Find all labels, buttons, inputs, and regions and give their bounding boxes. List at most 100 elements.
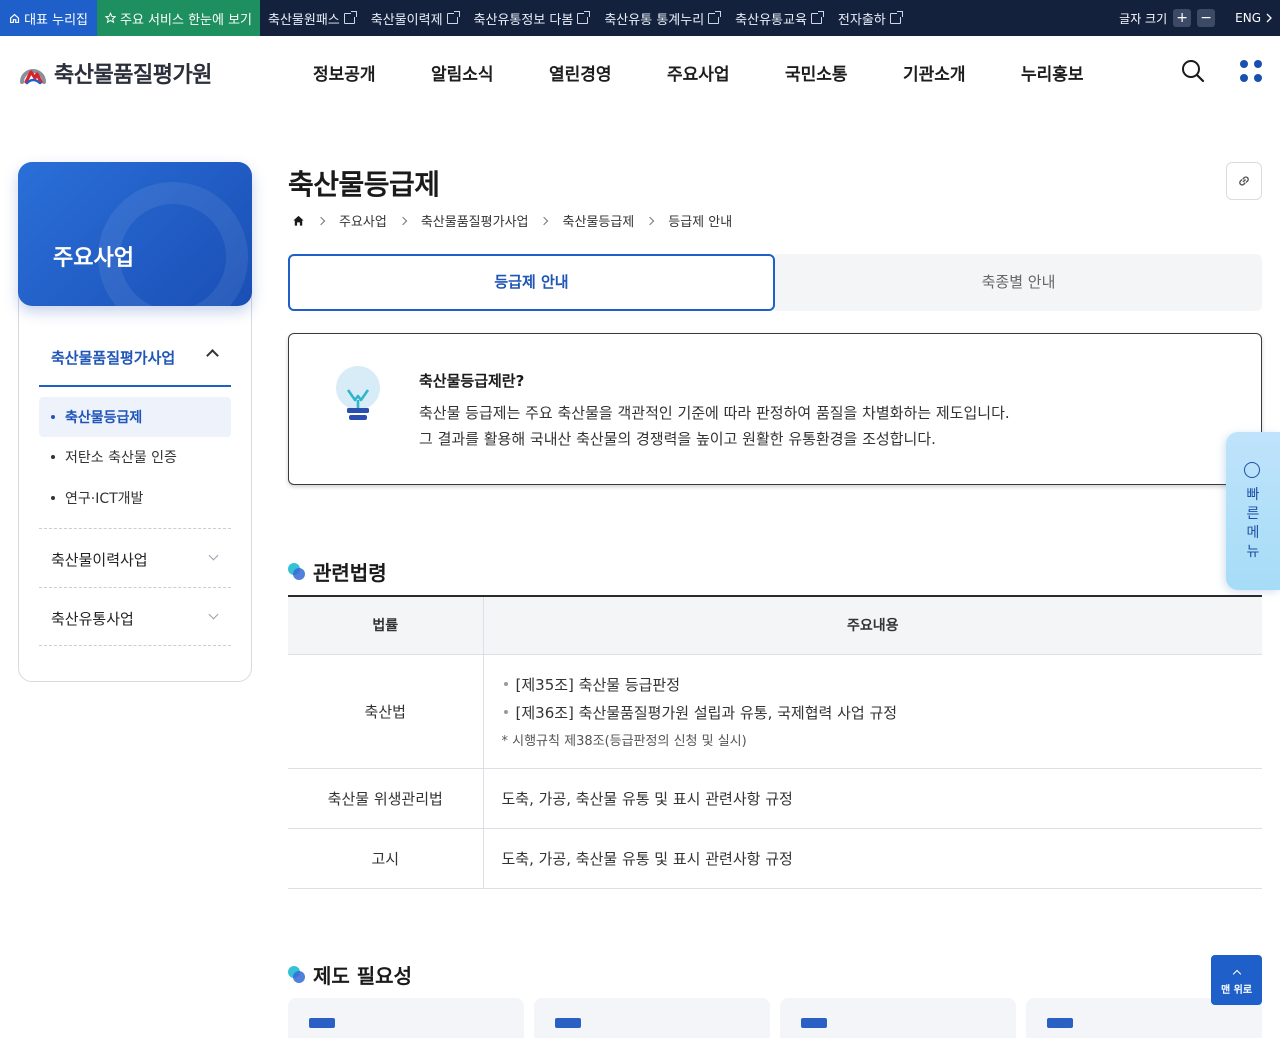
home-icon[interactable] [292, 214, 305, 227]
nav-main-business[interactable]: 주요사업 [667, 60, 785, 85]
breadcrumb-item[interactable]: 축산물품질평가사업 [421, 211, 529, 230]
breadcrumb-current[interactable]: 등급제 안내 [668, 211, 732, 230]
link-education[interactable]: 축산유통교육 [735, 9, 824, 28]
all-services-button[interactable]: 주요 서비스 한눈에 보기 [97, 0, 260, 36]
nav-open-management[interactable]: 열린경영 [549, 60, 667, 85]
chevron-right-icon [540, 216, 549, 225]
section-heading-laws: 관련법령 [288, 557, 387, 586]
external-link-icon [446, 10, 460, 24]
chevron-up-icon [206, 349, 219, 362]
law-content: 도축, 가공, 축산물 유통 및 표시 관련사항 규정 [483, 828, 1262, 889]
sitemap-menu-icon[interactable] [1240, 60, 1262, 82]
law-name: 고시 [288, 828, 484, 889]
law-content: 도축, 가공, 축산물 유통 및 표시 관련사항 규정 [483, 768, 1262, 829]
star-icon [105, 12, 116, 24]
bullet [51, 415, 55, 419]
card-icon [1047, 1018, 1073, 1028]
law-note: * 시행규칙 제38조(등급판정의 신청 및 실시) [501, 733, 747, 749]
utility-bar: 대표 누리집 주요 서비스 한눈에 보기 축산물원패스 축산물이력제 축산유통정… [0, 0, 1280, 36]
link-onepass[interactable]: 축산물원패스 [268, 9, 357, 28]
family-site-links: 축산물원패스 축산물이력제 축산유통정보 다봄 축산유통 통계누리 축산유통교육… [260, 0, 903, 36]
card-icon [309, 1018, 335, 1028]
card-icon [801, 1018, 827, 1028]
chevron-right-icon [1266, 13, 1272, 23]
list-item: [제36조] 축산물품질평가원 설립과 유통, 국제협력 사업 규정 [502, 698, 1263, 726]
chevron-down-icon [208, 550, 219, 561]
section-heading-necessity: 제도 필요성 [288, 960, 412, 989]
nav-about[interactable]: 기관소개 [903, 60, 1021, 85]
link-statistics[interactable]: 축산유통 통계누리 [604, 9, 722, 28]
link-icon [1239, 176, 1249, 186]
nav-promotion[interactable]: 누리홍보 [1021, 60, 1139, 85]
utility-controls: 글자 크기 + − ENG [1119, 0, 1272, 36]
external-link-icon [889, 10, 903, 24]
nav-news[interactable]: 알림소식 [431, 60, 549, 85]
chevron-up-icon [1232, 969, 1241, 979]
necessity-card [534, 998, 770, 1038]
intro-description-2: 그 결과를 활용해 국내산 축산물의 경쟁력을 높이고 원활한 유통환경을 조성… [419, 430, 936, 448]
side-section-quality-evaluation[interactable]: 축산물품질평가사업 [39, 333, 231, 387]
page-title: 축산물등급제 [288, 168, 440, 201]
side-section-traceability[interactable]: 축산물이력사업 [39, 528, 231, 586]
site-logo[interactable]: 축산물품질평가원 [18, 57, 212, 89]
laws-table: 법률 주요내용 축산법 [제35조] 축산물 등급판정 [제36조] 축산물품질… [288, 595, 1262, 889]
share-link-button[interactable] [1226, 162, 1262, 200]
back-to-top-button[interactable]: 맨 위로 [1211, 955, 1262, 1005]
main-site-link[interactable]: 대표 누리집 [0, 0, 97, 36]
quick-menu-label: 빠 른 메 뉴 [1246, 487, 1260, 560]
tab-by-livestock[interactable]: 축종별 안내 [775, 254, 1262, 311]
column-header-law: 법률 [288, 596, 484, 655]
link-traceability[interactable]: 축산물이력제 [371, 9, 460, 28]
law-name: 축산법 [288, 654, 484, 769]
quick-menu-button[interactable]: 빠 른 메 뉴 [1226, 432, 1280, 590]
chevron-down-icon [208, 609, 219, 620]
all-services-label: 주요 서비스 한눈에 보기 [120, 12, 252, 28]
bullet [51, 455, 55, 459]
external-link-icon [810, 10, 824, 24]
list-item: [제35조] 축산물 등급판정 [502, 670, 1263, 698]
necessity-card [288, 998, 524, 1038]
link-e-shipping[interactable]: 전자출하 [838, 9, 903, 28]
font-decrease-button[interactable]: − [1197, 9, 1216, 27]
section-dot-icon [288, 966, 305, 983]
tab-grading-guide[interactable]: 등급제 안내 [288, 254, 775, 311]
font-increase-button[interactable]: + [1173, 9, 1192, 27]
side-nav-header: 주요사업 [18, 162, 252, 306]
external-link-icon [577, 10, 591, 24]
lightbulb-icon [336, 366, 380, 420]
intro-description-1: 축산물 등급제는 주요 축산물을 객관적인 기준에 따라 판정하여 품질을 차별… [419, 404, 1010, 422]
side-navigation: 주요사업 축산물품질평가사업 축산물등급제 저탄소 축산물 인증 연구·ICT개… [18, 162, 252, 682]
table-header-row: 법률 주요내용 [288, 596, 1262, 655]
side-item-low-carbon[interactable]: 저탄소 축산물 인증 [39, 437, 231, 477]
table-row: 축산물 위생관리법 도축, 가공, 축산물 유통 및 표시 관련사항 규정 [288, 768, 1262, 829]
side-nav-title: 주요사업 [53, 246, 134, 271]
necessity-cards [288, 998, 1262, 1038]
language-link[interactable]: ENG [1235, 11, 1272, 25]
table-row: 축산법 [제35조] 축산물 등급판정 [제36조] 축산물품질평가원 설립과 … [288, 654, 1263, 769]
logo-text: 축산물품질평가원 [54, 63, 212, 88]
law-content: [제35조] 축산물 등급판정 [제36조] 축산물품질평가원 설립과 유통, … [483, 654, 1263, 769]
chevron-right-icon [316, 216, 326, 225]
nav-info-disclosure[interactable]: 정보공개 [313, 60, 431, 85]
external-link-icon [343, 10, 357, 24]
home-icon [9, 13, 20, 23]
side-item-research-ict[interactable]: 연구·ICT개발 [39, 478, 231, 518]
side-section-distribution[interactable]: 축산유통사업 [39, 587, 231, 646]
breadcrumb-item[interactable]: 주요사업 [339, 211, 387, 230]
card-icon [555, 1018, 581, 1028]
side-item-grading-system[interactable]: 축산물등급제 [39, 397, 231, 437]
breadcrumb-item[interactable]: 축산물등급제 [562, 211, 634, 230]
external-link-icon [708, 10, 722, 24]
site-header: 축산물품질평가원 정보공개 알림소식 열린경영 주요사업 국민소통 기관소개 누… [0, 36, 1280, 108]
font-size-label: 글자 크기 [1119, 11, 1168, 26]
link-dabom[interactable]: 축산유통정보 다봄 [474, 9, 591, 28]
intro-question: 축산물등급제란? [419, 372, 525, 390]
quick-menu-icon [1244, 462, 1260, 478]
column-header-content: 주요내용 [483, 596, 1262, 655]
search-icon[interactable] [1181, 59, 1205, 83]
bullet [51, 496, 55, 500]
intro-box: 축산물등급제란? 축산물 등급제는 주요 축산물을 객관적인 기준에 따라 판정… [288, 333, 1262, 485]
section-dot-icon [288, 563, 305, 580]
law-name: 축산물 위생관리법 [288, 768, 484, 829]
nav-communication[interactable]: 국민소통 [785, 60, 903, 85]
